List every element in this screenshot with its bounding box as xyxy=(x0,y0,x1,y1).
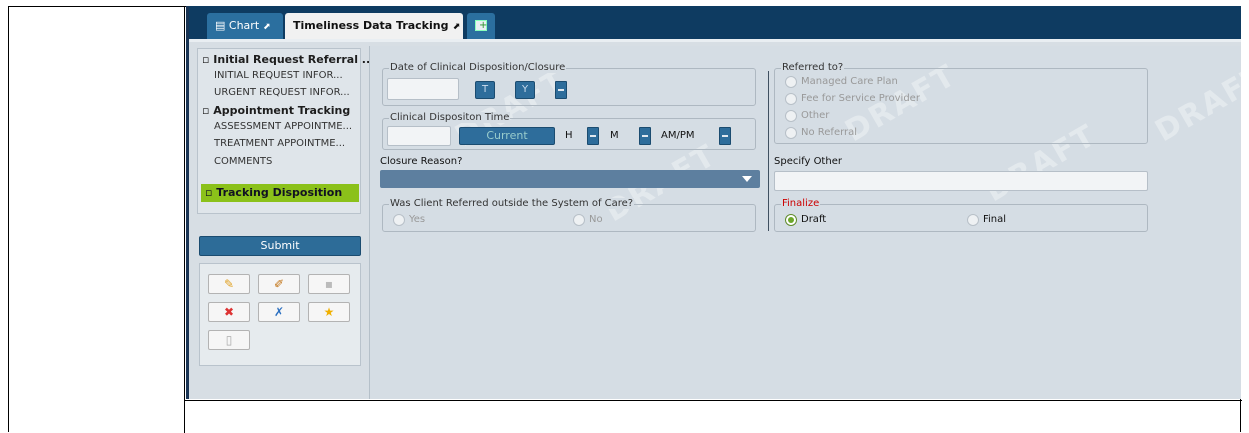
tab-tracking-label: Timeliness Data Tracking xyxy=(293,19,449,32)
referred-to-title: Referred to? xyxy=(781,62,845,73)
minute-spinner[interactable] xyxy=(639,127,651,145)
table-column-divider xyxy=(184,7,185,433)
closure-reason-select[interactable] xyxy=(380,170,760,188)
chart-icon: ▤ xyxy=(215,19,226,32)
blank-document-icon: ▯ xyxy=(225,333,233,347)
today-button[interactable]: T xyxy=(475,81,495,99)
finalize-group: Finalize Draft Final xyxy=(774,198,1148,232)
remove-user-icon: ✗ xyxy=(273,305,285,319)
specify-other-label: Specify Other xyxy=(774,156,842,167)
add-tab-button[interactable]: + xyxy=(467,13,495,39)
minute-label: M xyxy=(610,130,619,141)
referred-no-radio[interactable] xyxy=(573,214,585,226)
favorite-button[interactable]: ★ xyxy=(308,302,350,322)
section-nav: ▫ Initial Request Referral ... INITIAL R… xyxy=(197,48,374,214)
pin-icon[interactable]: ⬈ xyxy=(452,22,460,32)
time-input[interactable] xyxy=(387,126,451,146)
nav-initial-request-info[interactable]: INITIAL REQUEST INFOR... xyxy=(214,70,343,81)
draft-label: Draft xyxy=(801,214,827,225)
date-group-title: Date of Clinical Disposition/Closure xyxy=(389,62,567,73)
referred-outside-group: Was Client Referred outside the System o… xyxy=(382,198,756,232)
tab-underline xyxy=(189,39,1241,42)
hour-label: H xyxy=(565,130,573,141)
ampm-label: AM/PM xyxy=(661,130,695,141)
chevron-down-icon xyxy=(742,176,752,182)
ampm-spinner[interactable] xyxy=(719,127,731,145)
nav-treatment-appointment[interactable]: TREATMENT APPOINTME... xyxy=(214,138,345,149)
tab-chart-label: Chart xyxy=(228,19,260,32)
edit-icon: ✐ xyxy=(273,277,285,291)
final-radio[interactable] xyxy=(967,214,979,226)
submit-button[interactable]: Submit xyxy=(199,236,361,256)
tab-chart[interactable]: ▤ Chart ⬈ xyxy=(207,13,283,39)
star-icon: ★ xyxy=(323,305,335,319)
column-separator xyxy=(768,71,769,231)
referred-to-group: Referred to? Managed Care Plan Fee for S… xyxy=(774,62,1148,144)
other-radio[interactable] xyxy=(785,110,797,122)
date-spinner[interactable] xyxy=(555,81,567,99)
disposition-time-group: Clinical Dispositon Time Current H M AM/… xyxy=(382,112,756,150)
nav-assessment-appointment[interactable]: ASSESSMENT APPOINTME... xyxy=(214,121,352,132)
referred-no-label: No xyxy=(589,214,603,225)
nav-urgent-request-info[interactable]: URGENT REQUEST INFOR... xyxy=(214,87,350,98)
current-time-button[interactable]: Current xyxy=(459,127,555,145)
nav-comments[interactable]: COMMENTS xyxy=(214,156,272,167)
managed-care-plan-radio[interactable] xyxy=(785,76,797,88)
no-referral-label: No Referral xyxy=(801,127,858,138)
blank-icon: ▪ xyxy=(324,277,334,291)
new-document-button[interactable]: ✎ xyxy=(208,274,250,294)
managed-care-plan-label: Managed Care Plan xyxy=(801,76,898,87)
draft-radio[interactable] xyxy=(785,214,797,226)
disabled-button[interactable]: ▪ xyxy=(308,274,350,294)
remove-user-button[interactable]: ✗ xyxy=(258,302,300,322)
edit-button[interactable]: ✐ xyxy=(258,274,300,294)
nav-tracking-disposition[interactable]: ▫ Tracking Disposition xyxy=(201,184,359,202)
tab-bar: ▤ Chart ⬈ Timeliness Data Tracking ⬈ + xyxy=(189,6,1241,42)
blank-document-button[interactable]: ▯ xyxy=(208,330,250,350)
table-row-divider xyxy=(185,400,1242,401)
fee-for-service-label: Fee for Service Provider xyxy=(801,93,920,104)
fee-for-service-radio[interactable] xyxy=(785,93,797,105)
nav-initial-request-referral[interactable]: ▫ Initial Request Referral ... xyxy=(202,53,374,66)
new-document-icon: ✎ xyxy=(223,277,235,291)
date-of-disposition-group: Date of Clinical Disposition/Closure T Y xyxy=(382,62,756,106)
final-label: Final xyxy=(983,214,1007,225)
form-panel: DRAFT DRAFT DRAFT DRAFT DRAFT Date of Cl… xyxy=(369,46,1241,399)
referred-yes-radio[interactable] xyxy=(393,214,405,226)
toolbar-box: ✎ ✐ ▪ ✖ ✗ ★ ▯ xyxy=(199,263,361,366)
referred-yes-label: Yes xyxy=(409,214,426,225)
hour-spinner[interactable] xyxy=(587,127,599,145)
finalize-title: Finalize xyxy=(781,198,821,209)
draft-watermark: DRAFT xyxy=(1149,57,1241,150)
no-referral-radio[interactable] xyxy=(785,127,797,139)
delete-icon: ✖ xyxy=(223,305,235,319)
closure-reason-label: Closure Reason? xyxy=(380,156,463,167)
pin-icon[interactable]: ⬈ xyxy=(263,22,271,32)
add-tab-icon: + xyxy=(475,20,487,31)
tab-timeliness-data-tracking[interactable]: Timeliness Data Tracking ⬈ xyxy=(285,13,463,39)
date-input[interactable] xyxy=(387,78,459,100)
delete-button[interactable]: ✖ xyxy=(208,302,250,322)
app-window: ▤ Chart ⬈ Timeliness Data Tracking ⬈ + ▫ I… xyxy=(186,6,1241,399)
referred-outside-title: Was Client Referred outside the System o… xyxy=(389,198,635,209)
time-group-title: Clinical Dispositon Time xyxy=(389,112,511,123)
nav-appointment-tracking[interactable]: ▫ Appointment Tracking xyxy=(202,104,350,117)
other-label: Other xyxy=(801,110,830,121)
specify-other-input[interactable] xyxy=(774,171,1148,191)
yesterday-button[interactable]: Y xyxy=(515,81,535,99)
